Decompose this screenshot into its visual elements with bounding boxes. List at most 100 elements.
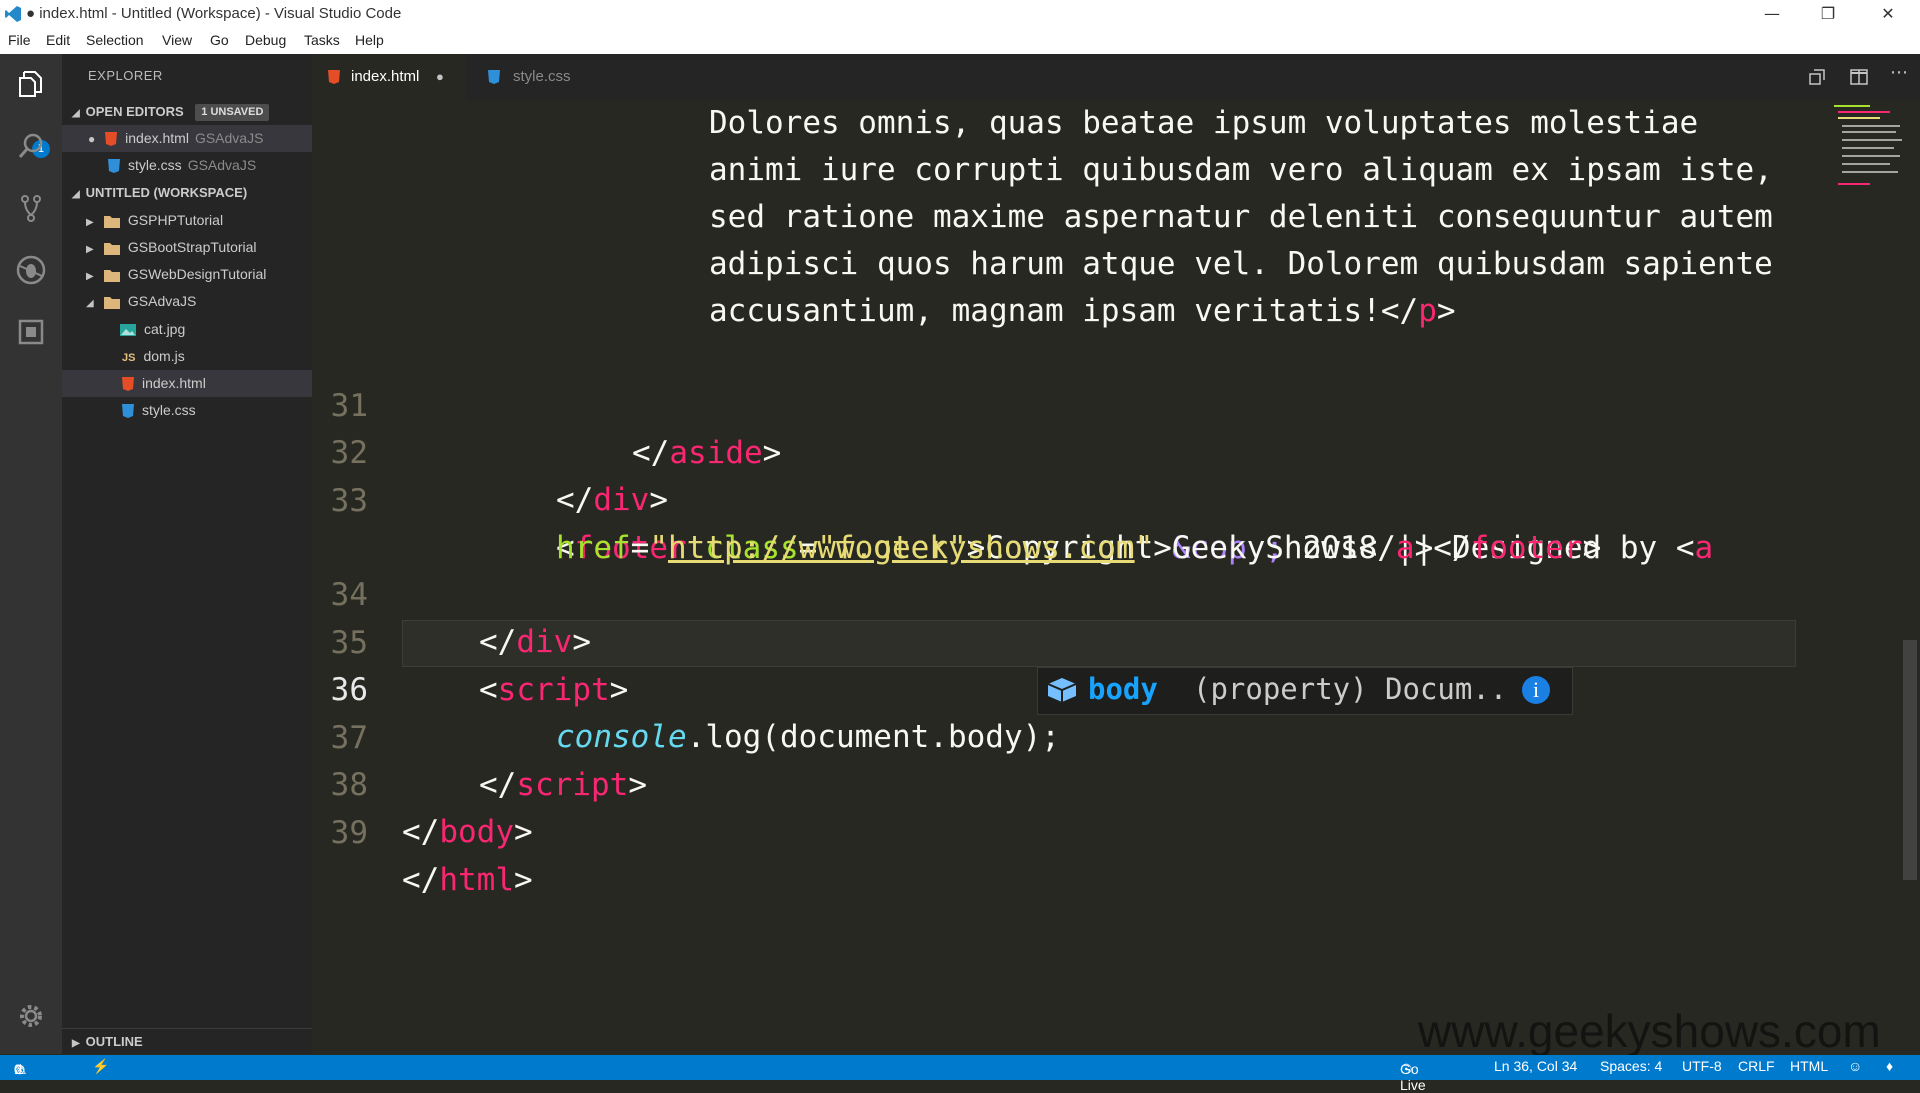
menu-tasks[interactable]: Tasks — [304, 32, 340, 48]
folder-name: GSBootStrapTutorial — [127, 239, 257, 255]
file-item[interactable]: style.css — [62, 397, 312, 424]
open-editor-name: index.html — [125, 130, 189, 146]
open-editor-item[interactable]: ● index.html GSAdvaJS — [62, 125, 312, 152]
folder-item[interactable]: ▶ GSBootStrapTutorial — [62, 234, 312, 261]
css-file-icon — [488, 70, 500, 84]
more-actions-icon[interactable]: ⋯ — [1890, 62, 1908, 83]
file-name: index.html — [142, 375, 206, 391]
code-line: 32 </div> — [312, 383, 1920, 518]
code-line: 39 </html> — [312, 763, 1920, 898]
split-editor-icon[interactable] — [1850, 68, 1868, 86]
html-file-icon — [122, 377, 134, 392]
open-editor-path: GSAdvaJS — [187, 157, 257, 173]
source-control-icon[interactable] — [11, 188, 51, 228]
code-line: 33 <footer class="footer">Copyright &cop… — [312, 431, 1920, 566]
code-line: 34 </div> — [312, 525, 1920, 660]
open-editor-item[interactable]: style.css GSAdvaJS — [62, 152, 312, 179]
file-name: dom.js — [143, 348, 185, 364]
debug-icon[interactable] — [11, 250, 51, 290]
outline-header[interactable]: ▶ OUTLINE — [62, 1028, 312, 1055]
image-file-icon — [120, 324, 136, 337]
suggestion-widget[interactable]: body (property) Docum.. i — [1037, 667, 1573, 715]
search-icon[interactable] — [11, 126, 51, 166]
chevron-down-icon: ◢ — [86, 298, 94, 309]
explorer-icon[interactable] — [11, 64, 51, 104]
chevron-right-icon: ▶ — [86, 217, 94, 228]
menu-bar: File Edit Selection View Go Debug Tasks … — [0, 28, 1920, 54]
extensions-icon[interactable] — [11, 312, 51, 352]
open-changes-icon[interactable] — [1808, 68, 1826, 86]
unsaved-dot-icon[interactable]: ● — [88, 132, 95, 146]
chevron-right-icon: ▶ — [86, 244, 94, 255]
tab-index-html[interactable]: index.html ● — [312, 54, 466, 100]
folder-item[interactable]: ◢ GSAdvaJS — [62, 288, 312, 315]
folder-name: GSPHPTutorial — [127, 212, 224, 228]
encoding[interactable]: UTF-8 — [1682, 1058, 1722, 1074]
open-editors-header[interactable]: ◢ OPEN EDITORS 1 UNSAVED — [62, 98, 312, 125]
workspace-header[interactable]: ◢ UNTITLED (WORKSPACE) — [62, 179, 312, 206]
file-name: cat.jpg — [144, 321, 186, 337]
suggestion-name: body — [1088, 672, 1158, 706]
file-name: style.css — [142, 402, 196, 418]
unsaved-dot-icon[interactable]: ● — [436, 54, 444, 100]
settings-gear-icon[interactable] — [11, 996, 51, 1036]
explorer-sidebar: EXPLORER ◢ OPEN EDITORS 1 UNSAVED ● inde… — [62, 54, 312, 1054]
feedback-smiley-icon[interactable]: ☺ — [1848, 1058, 1862, 1074]
wrapped-text-line: adipisci quos harum atque vel. Dolorem q… — [709, 246, 1773, 282]
js-file-icon: JS — [122, 352, 136, 364]
code-line: href="http://www.geekyshows.com">GeekySh… — [556, 530, 1602, 566]
minimize-button[interactable]: — — [1744, 0, 1800, 28]
line-ending[interactable]: CRLF — [1738, 1058, 1775, 1074]
lightning-icon[interactable]: ⚡ — [92, 1058, 109, 1075]
code-editor[interactable]: Dolores omnis, quas beatae ipsum volupta… — [312, 100, 1920, 1054]
vscode-logo-icon — [5, 6, 21, 22]
close-window-button[interactable]: ✕ — [1860, 0, 1916, 28]
folder-open-icon — [103, 297, 120, 310]
info-icon[interactable]: i — [1522, 676, 1550, 704]
minimap[interactable] — [1830, 100, 1908, 220]
sidebar-title: EXPLORER — [88, 68, 163, 83]
language-mode[interactable]: HTML — [1790, 1058, 1828, 1074]
chevron-down-icon: ◢ — [72, 189, 80, 200]
activity-bar: 1 — [0, 54, 62, 1054]
code-line: 38 </body> — [312, 715, 1920, 850]
wrapped-text-line: animi iure corrupti quibusdam vero aliqu… — [709, 152, 1773, 188]
file-item[interactable]: cat.jpg — [62, 316, 312, 343]
wrapped-text-line: Dolores omnis, quas beatae ipsum volupta… — [709, 105, 1699, 141]
code-line: 36 console.log(document.body); — [312, 620, 1920, 755]
menu-edit[interactable]: Edit — [46, 32, 70, 48]
folder-item[interactable]: ▶ GSPHPTutorial — [62, 207, 312, 234]
tab-style-css[interactable]: style.css — [466, 54, 606, 100]
line-number: 39 — [330, 815, 368, 851]
window-title: ● index.html - Untitled (Workspace) - Vi… — [26, 5, 402, 22]
chevron-right-icon: ▶ — [86, 271, 94, 282]
status-bar: ⊗ 0 ⚠ 0 ⚡ ☉ Go Live Ln 36, Col 34 Spaces… — [0, 1055, 1920, 1093]
notifications-bell-icon[interactable]: ♦ — [1886, 1058, 1893, 1074]
warning-count: 0 — [14, 1061, 22, 1077]
chevron-down-icon: ◢ — [72, 108, 80, 119]
file-item[interactable]: index.html — [62, 370, 312, 397]
folder-item[interactable]: ▶ GSWebDesignTutorial — [62, 261, 312, 288]
indentation[interactable]: Spaces: 4 — [1600, 1058, 1662, 1074]
css-file-icon — [108, 159, 120, 174]
menu-go[interactable]: Go — [210, 32, 229, 48]
menu-selection[interactable]: Selection — [86, 32, 144, 48]
cursor-position[interactable]: Ln 36, Col 34 — [1494, 1058, 1577, 1074]
file-item[interactable]: JS dom.js — [62, 343, 312, 370]
folder-name: GSWebDesignTutorial — [127, 266, 267, 282]
html-file-icon — [105, 132, 118, 147]
menu-file[interactable]: File — [8, 32, 31, 48]
menu-help[interactable]: Help — [355, 32, 384, 48]
menu-view[interactable]: View — [162, 32, 192, 48]
menu-debug[interactable]: Debug — [245, 32, 286, 48]
wrapped-text-line: accusantium, magnam ipsam veritatis! — [709, 293, 1381, 329]
editor-tabs: index.html ● style.css ⋯ — [312, 54, 1920, 100]
property-cube-icon — [1047, 678, 1077, 702]
open-editor-name: style.css — [128, 157, 182, 173]
title-bar: ● index.html - Untitled (Workspace) - Vi… — [0, 0, 1920, 28]
folder-icon — [103, 270, 120, 283]
outline-label: OUTLINE — [85, 1034, 143, 1049]
editor-scrollbar[interactable] — [1903, 640, 1917, 880]
wrapped-text-line: sed ratione maxime aspernatur deleniti c… — [709, 199, 1773, 235]
restore-button[interactable]: ❐ — [1800, 0, 1856, 28]
